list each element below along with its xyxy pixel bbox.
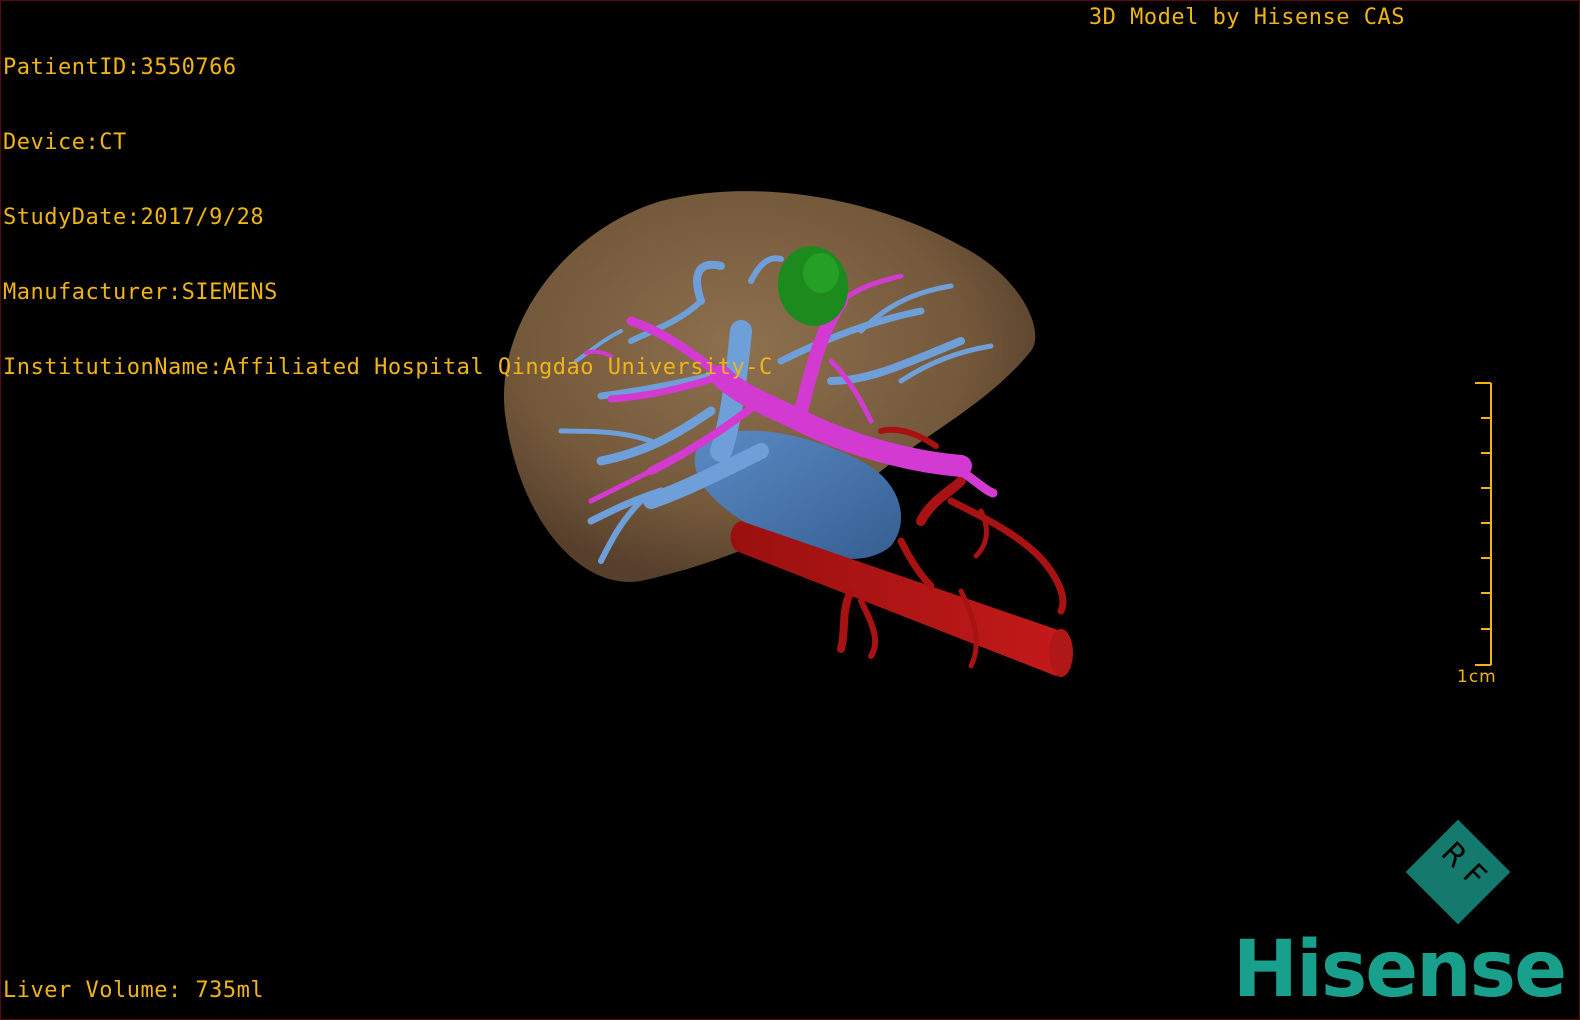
patient-id: PatientID:3550766 — [3, 55, 237, 80]
rf-badge-text: RF — [1433, 835, 1500, 902]
scale-bar-label: 1cm — [1457, 667, 1497, 687]
liver-volume: Liver Volume: 735ml — [3, 978, 265, 1003]
gallbladder-highlight — [803, 253, 839, 293]
hisense-rf-logo: RF Hisense — [1225, 819, 1567, 1015]
study-date: StudyDate:2017/9/28 — [3, 205, 265, 230]
aorta-end — [1049, 629, 1073, 677]
patient-info-overlay: PatientID:3550766 Device:CT StudyDate:20… — [3, 5, 773, 430]
device: Device:CT — [3, 130, 127, 155]
institution-name: InstitutionName:Affiliated Hospital Qing… — [3, 355, 773, 380]
3d-viewport[interactable]: PatientID:3550766 Device:CT StudyDate:20… — [0, 0, 1580, 1020]
model-credit: 3D Model by Hisense CAS — [1088, 5, 1405, 30]
manufacturer: Manufacturer:SIEMENS — [3, 280, 278, 305]
scale-bar — [1475, 382, 1492, 666]
hisense-wordmark: Hisense — [1232, 925, 1567, 1015]
